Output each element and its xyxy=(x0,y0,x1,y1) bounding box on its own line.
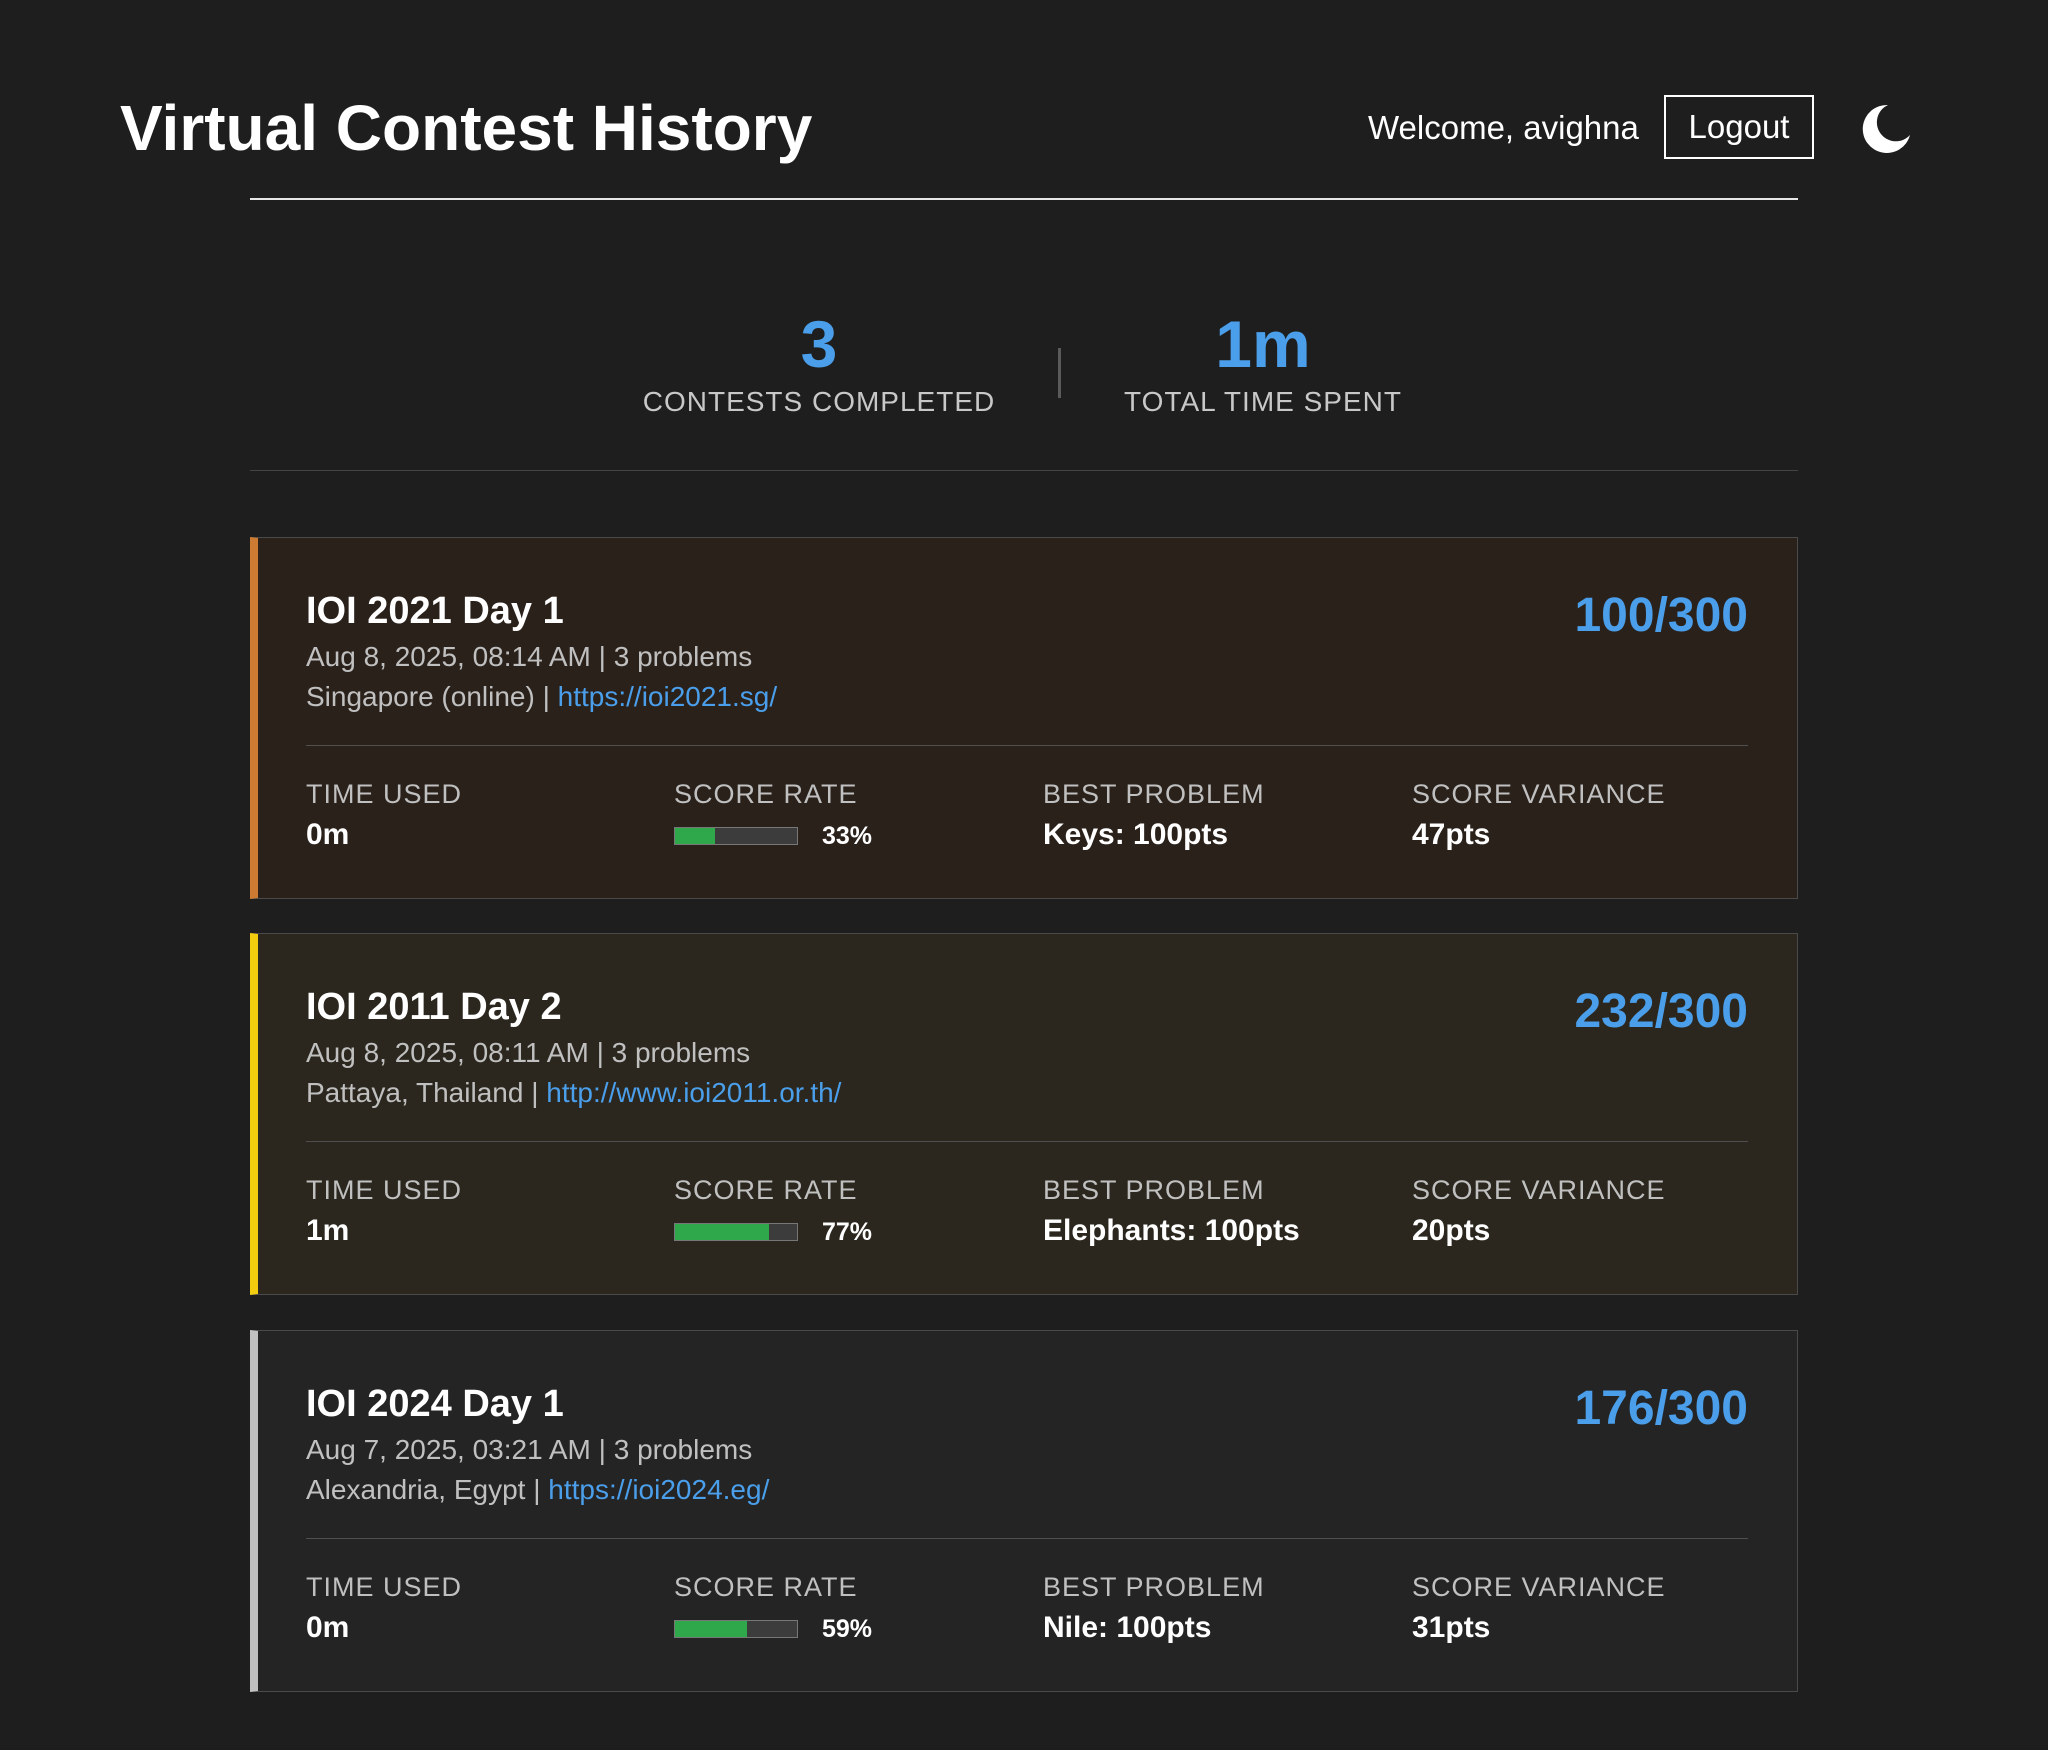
contest-title: IOI 2021 Day 1 xyxy=(306,590,564,632)
contest-score: 176/300 xyxy=(1574,1382,1748,1435)
score-rate-percent: 33% xyxy=(822,822,873,850)
stat-label: TOTAL TIME SPENT xyxy=(1124,386,1402,417)
metric-label: SCORE RATE xyxy=(674,779,858,809)
contest-score: 100/300 xyxy=(1574,589,1748,642)
contest-location: Pattaya, Thailand | xyxy=(306,1077,547,1108)
metric-label: SCORE VARIANCE xyxy=(1412,1572,1666,1602)
metric-time-used: TIME USED 0m xyxy=(306,777,666,855)
metric-score-rate: SCORE RATE 33% xyxy=(674,777,1034,851)
metric-value: 0m xyxy=(306,818,350,851)
metric-best-problem: BEST PROBLEM Elephants: 100pts xyxy=(1043,1173,1403,1251)
page: Virtual Contest History Welcome, avighna… xyxy=(0,0,2048,1750)
metric-label: SCORE VARIANCE xyxy=(1412,1175,1666,1205)
contest-card-body: IOI 2011 Day 2 232/300 Aug 8, 2025, 08:1… xyxy=(306,934,1748,1294)
contest-card[interactable]: IOI 2024 Day 1 176/300 Aug 7, 2025, 03:2… xyxy=(250,1330,1798,1692)
stats-divider-line xyxy=(250,470,1798,471)
metric-best-problem: BEST PROBLEM Keys: 100pts xyxy=(1043,777,1403,855)
contest-meta: Aug 8, 2025, 08:11 AM | 3 problems xyxy=(306,1037,751,1068)
metric-label: SCORE RATE xyxy=(674,1572,858,1602)
contest-card[interactable]: IOI 2021 Day 1 100/300 Aug 8, 2025, 08:1… xyxy=(250,537,1798,899)
score-rate-row: 59% xyxy=(674,1614,1034,1644)
moon-icon-svg xyxy=(1862,104,1910,153)
metric-score-rate: SCORE RATE 59% xyxy=(674,1570,1034,1644)
contest-location-line: Singapore (online) | https://ioi2021.sg/ xyxy=(306,679,777,715)
metric-value: 0m xyxy=(306,1611,350,1644)
metric-label: TIME USED xyxy=(306,1572,463,1602)
metric-label: SCORE RATE xyxy=(674,1175,858,1205)
metric-score-variance: SCORE VARIANCE 20pts xyxy=(1412,1173,1772,1251)
stat-contests-completed: 3 CONTESTS COMPLETED xyxy=(609,290,1029,420)
contest-meta: Aug 7, 2025, 03:21 AM | 3 problems xyxy=(306,1434,753,1465)
metric-time-used: TIME USED 0m xyxy=(306,1570,666,1648)
metric-label: SCORE VARIANCE xyxy=(1412,779,1666,809)
contest-link[interactable]: https://ioi2024.eg/ xyxy=(548,1474,769,1505)
contest-card-body: IOI 2021 Day 1 100/300 Aug 8, 2025, 08:1… xyxy=(306,538,1748,898)
metric-value: 31pts xyxy=(1412,1611,1491,1644)
contest-location: Singapore (online) | xyxy=(306,681,558,712)
header-divider xyxy=(250,198,1798,200)
stat-total-time: 1m TOTAL TIME SPENT xyxy=(1053,290,1473,420)
contest-location: Alexandria, Egypt | xyxy=(306,1474,549,1505)
metric-best-problem: BEST PROBLEM Nile: 100pts xyxy=(1043,1570,1403,1648)
stat-value: 3 xyxy=(800,307,838,381)
metric-score-rate: SCORE RATE 77% xyxy=(674,1173,1034,1247)
contest-card-body: IOI 2024 Day 1 176/300 Aug 7, 2025, 03:2… xyxy=(306,1331,1748,1691)
metric-time-used: TIME USED 1m xyxy=(306,1173,666,1251)
contest-link[interactable]: http://www.ioi2011.or.th/ xyxy=(546,1077,841,1108)
contest-location-line: Pattaya, Thailand | http://www.ioi2011.o… xyxy=(306,1075,841,1111)
score-rate-percent: 77% xyxy=(822,1218,873,1246)
contest-card[interactable]: IOI 2011 Day 2 232/300 Aug 8, 2025, 08:1… xyxy=(250,933,1798,1295)
score-rate-bar xyxy=(674,827,798,845)
contest-title: IOI 2011 Day 2 xyxy=(306,986,562,1028)
stats-summary: 3 CONTESTS COMPLETED 1m TOTAL TIME SPENT xyxy=(250,290,1798,470)
logout-button[interactable]: Logout xyxy=(1664,95,1814,159)
welcome-text: Welcome, avighna xyxy=(1368,109,1639,146)
metric-value: Elephants: 100pts xyxy=(1043,1214,1300,1247)
metric-value: 20pts xyxy=(1412,1214,1491,1247)
score-rate-row: 77% xyxy=(674,1217,1034,1247)
metric-value: 47pts xyxy=(1412,818,1491,851)
metric-value: Keys: 100pts xyxy=(1043,818,1229,851)
score-rate-bar-fill xyxy=(675,1621,747,1637)
contest-score: 232/300 xyxy=(1574,985,1748,1038)
score-rate-bar xyxy=(674,1223,798,1241)
score-rate-bar-fill xyxy=(675,828,716,844)
score-rate-percent: 59% xyxy=(822,1615,873,1643)
metric-label: BEST PROBLEM xyxy=(1043,779,1265,809)
metric-score-variance: SCORE VARIANCE 31pts xyxy=(1412,1570,1772,1648)
card-divider xyxy=(306,1538,1748,1539)
score-rate-bar xyxy=(674,1620,798,1638)
moon-icon[interactable] xyxy=(1858,101,1914,157)
contest-meta: Aug 8, 2025, 08:14 AM | 3 problems xyxy=(306,641,753,672)
metric-label: TIME USED xyxy=(306,1175,463,1205)
metric-score-variance: SCORE VARIANCE 47pts xyxy=(1412,777,1772,855)
metric-label: TIME USED xyxy=(306,779,463,809)
stat-value: 1m xyxy=(1215,307,1311,381)
metric-label: BEST PROBLEM xyxy=(1043,1572,1265,1602)
score-rate-bar-fill xyxy=(675,1224,769,1240)
metric-value: Nile: 100pts xyxy=(1043,1611,1212,1644)
contest-title: IOI 2024 Day 1 xyxy=(306,1383,564,1425)
stat-label: CONTESTS COMPLETED xyxy=(642,386,996,417)
metric-label: BEST PROBLEM xyxy=(1043,1175,1265,1205)
contest-link[interactable]: https://ioi2021.sg/ xyxy=(558,681,777,712)
contest-location-line: Alexandria, Egypt | https://ioi2024.eg/ xyxy=(306,1472,769,1508)
score-rate-row: 33% xyxy=(674,821,1034,851)
card-divider xyxy=(306,745,1748,746)
page-title: Virtual Contest History xyxy=(120,92,813,164)
header: Virtual Contest History Welcome, avighna… xyxy=(0,0,2048,200)
card-divider xyxy=(306,1141,1748,1142)
metric-value: 1m xyxy=(306,1214,350,1247)
